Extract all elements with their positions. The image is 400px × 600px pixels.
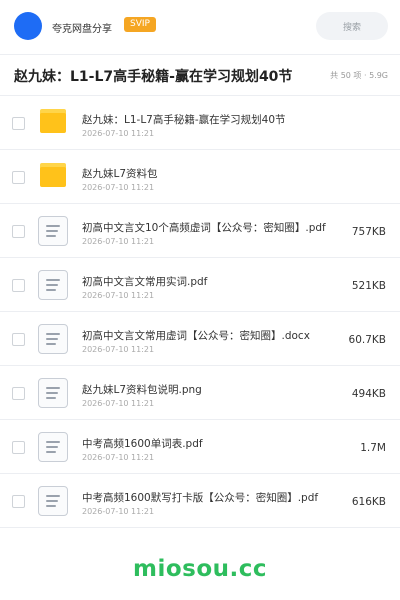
file-size: 521KB — [351, 280, 386, 292]
file-row[interactable]: 初高中文言文常用实词.pdf 2026-07-10 11:21 521KB — [0, 258, 400, 312]
file-row[interactable]: 赵九妹L7资料包 2026-07-10 11:21 — [0, 150, 400, 204]
document-icon — [38, 486, 68, 516]
file-date: 2026-07-10 11:21 — [82, 345, 155, 354]
share-meta: 共 50 项 · 5.9G — [330, 71, 388, 80]
file-name: 赵九妹：L1-L7高手秘籍-赢在学习规划40节 — [82, 114, 286, 126]
header-divider — [0, 54, 400, 55]
select-checkbox[interactable] — [12, 333, 25, 346]
avatar[interactable] — [14, 12, 42, 40]
file-size: 60.7KB — [348, 334, 386, 346]
select-checkbox[interactable] — [12, 117, 25, 130]
select-checkbox[interactable] — [12, 495, 25, 508]
document-icon — [38, 432, 68, 462]
page-title: 赵九妹：L1-L7高手秘籍-赢在学习规划40节 — [14, 69, 293, 85]
file-size: 616KB — [351, 496, 386, 508]
file-name: 中考高频1600单词表.pdf — [82, 438, 203, 450]
file-name: 初高中文言文常用虚词【公众号：密知圈】.docx — [82, 330, 310, 342]
select-checkbox[interactable] — [12, 225, 25, 238]
document-icon — [38, 216, 68, 246]
document-icon — [38, 378, 68, 408]
app-name: 夸克网盘分享 — [52, 24, 112, 35]
file-date: 2026-07-10 11:21 — [82, 507, 155, 516]
file-row[interactable]: 初高中文言文常用虚词【公众号：密知圈】.docx 2026-07-10 11:2… — [0, 312, 400, 366]
file-size: 757KB — [351, 226, 386, 238]
file-name: 初高中文言文10个高频虚词【公众号：密知圈】.pdf — [82, 222, 326, 234]
file-row[interactable]: 赵九妹：L1-L7高手秘籍-赢在学习规划40节 2026-07-10 11:21 — [0, 96, 400, 150]
select-checkbox[interactable] — [12, 441, 25, 454]
file-date: 2026-07-10 11:21 — [82, 129, 155, 138]
document-icon — [38, 324, 68, 354]
file-row[interactable]: 中考高频1600默写打卡版【公众号：密知圈】.pdf 2026-07-10 11… — [0, 474, 400, 528]
file-row[interactable]: 初高中文言文10个高频虚词【公众号：密知圈】.pdf 2026-07-10 11… — [0, 204, 400, 258]
document-icon — [38, 270, 68, 300]
file-list: 赵九妹：L1-L7高手秘籍-赢在学习规划40节 2026-07-10 11:21… — [0, 96, 400, 528]
select-checkbox[interactable] — [12, 279, 25, 292]
folder-icon — [38, 162, 68, 192]
file-row[interactable]: 中考高频1600单词表.pdf 2026-07-10 11:21 1.7M — [0, 420, 400, 474]
file-date: 2026-07-10 11:21 — [82, 237, 155, 246]
svip-badge[interactable]: SVIP — [124, 17, 156, 32]
file-name: 初高中文言文常用实词.pdf — [82, 276, 208, 288]
file-date: 2026-07-10 11:21 — [82, 453, 155, 462]
file-date: 2026-07-10 11:21 — [82, 291, 155, 300]
site-watermark: miosou.cc — [132, 556, 268, 582]
select-checkbox[interactable] — [12, 171, 25, 184]
file-size: 494KB — [351, 388, 386, 400]
search-button[interactable]: 搜索 — [316, 12, 388, 40]
file-row[interactable]: 赵九妹L7资料包说明.png 2026-07-10 11:21 494KB — [0, 366, 400, 420]
file-date: 2026-07-10 11:21 — [82, 399, 155, 408]
file-name: 赵九妹L7资料包 — [82, 168, 158, 180]
file-size: 1.7M — [360, 442, 386, 454]
file-name: 赵九妹L7资料包说明.png — [82, 384, 202, 396]
select-checkbox[interactable] — [12, 387, 25, 400]
file-name: 中考高频1600默写打卡版【公众号：密知圈】.pdf — [82, 492, 319, 504]
file-date: 2026-07-10 11:21 — [82, 183, 155, 192]
share-title-bar: 赵九妹：L1-L7高手秘籍-赢在学习规划40节 共 50 项 · 5.9G — [0, 56, 400, 94]
folder-icon — [38, 108, 68, 138]
search-label: 搜索 — [342, 22, 361, 33]
top-header: 夸克网盘分享 SVIP 搜索 — [0, 0, 400, 54]
